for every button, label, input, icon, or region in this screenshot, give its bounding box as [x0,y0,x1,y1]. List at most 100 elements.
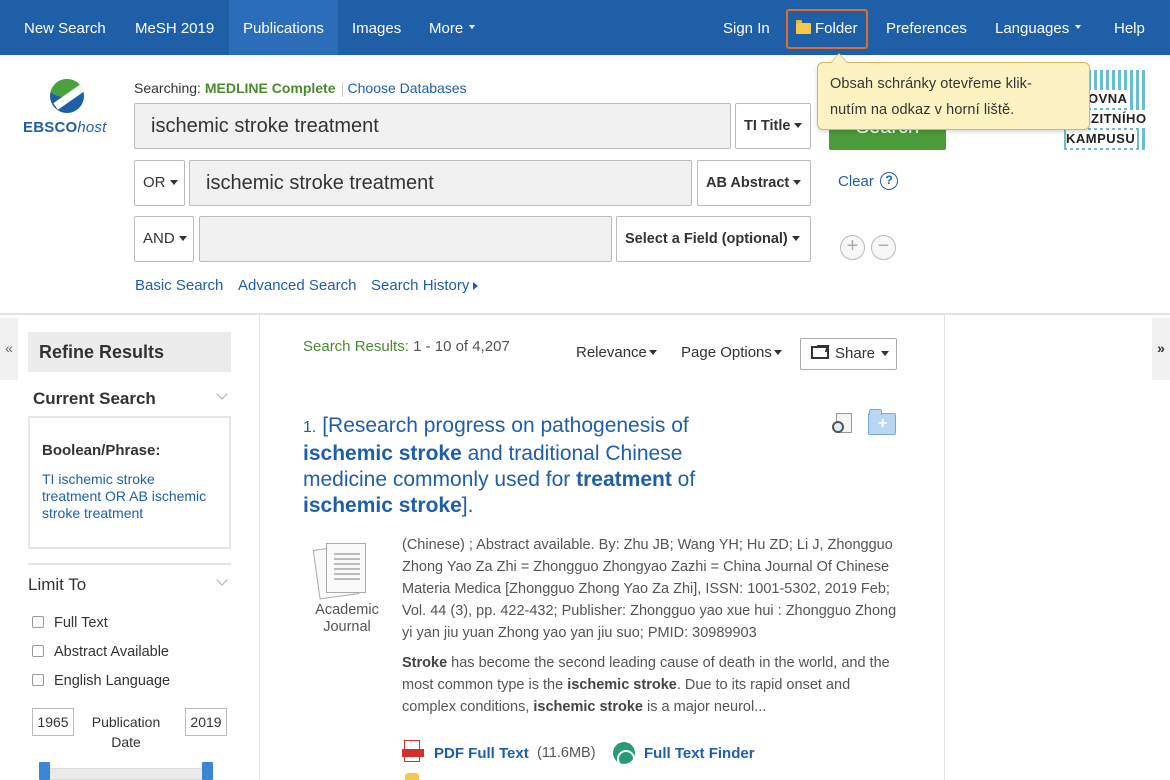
field-select-3[interactable]: Select a Field (optional) [616,216,811,262]
checkbox[interactable] [32,674,44,687]
nav-preferences[interactable]: Preferences [886,0,967,55]
clear-link[interactable]: Clear [838,173,874,190]
checkbox[interactable] [32,616,44,629]
more-options-icon[interactable] [405,773,419,780]
boolean-operator-select-2[interactable]: OR [134,160,185,206]
text-segment: ]. [461,494,474,517]
result-title-link[interactable]: 1. [Research progress on pathogenesis of… [303,413,743,519]
pdf-icon[interactable] [402,740,424,764]
text-segment: [Research progress on pathogenesis of [322,414,689,437]
nav-folder-highlighted[interactable]: Folder [786,9,868,49]
add-to-folder-icon[interactable] [868,409,896,435]
nav-languages[interactable]: Languages [995,0,1082,55]
search-input-3[interactable] [199,216,612,262]
document-type-label: Academic Journal [315,602,379,635]
preview-magnifier-icon[interactable] [832,413,854,435]
boolean-phrase-value[interactable]: TI ischemic stroke treatment OR AB ische… [42,471,217,522]
ebsco-logo-text[interactable]: EBSCOhost [23,119,107,136]
result-number: 1. [303,419,317,436]
date-slider-handle-right[interactable] [202,762,213,780]
nav-publications[interactable]: Publications [229,0,338,55]
chevron-down-icon [178,235,187,241]
checkbox[interactable] [32,645,44,658]
logo-ebsco: EBSCO [23,119,78,136]
help-icon[interactable]: ? [880,172,898,190]
field-select-1[interactable]: TI Title [735,103,811,149]
boolean-operator-3-value: AND [143,230,175,247]
folder-tooltip: Obsah schránky otevřeme klik- nutím na o… [817,53,1090,130]
date-slider-handle-left[interactable] [39,762,50,780]
share-label: Share [835,345,876,362]
date-slider-track[interactable] [44,768,208,780]
year-to-input[interactable]: 2019 [185,708,227,736]
limit-english-language[interactable]: English Language [32,673,170,689]
full-text-finder-icon[interactable] [613,742,635,764]
highlighted-term: treatment [576,468,672,491]
page-options-label: Page Options [681,344,772,361]
chevron-down-icon [469,25,476,30]
highlighted-term: ischemic stroke [303,494,462,517]
nav-more[interactable]: More [429,0,476,55]
results-count-label: Search Results: [303,338,409,355]
advanced-search-link[interactable]: Advanced Search [238,277,356,294]
search-history-label: Search History [371,277,470,294]
nav-mesh[interactable]: MeSH 2019 [135,0,214,55]
chevron-down-icon [648,349,657,355]
field-select-2-value: AB Abstract [706,175,790,191]
tooltip-arrow [830,53,848,63]
limit-to-heading[interactable]: Limit To [28,575,86,595]
search-input-1[interactable]: ischemic stroke treatment [134,103,731,149]
share-button[interactable]: Share [800,338,897,370]
expand-right-icon[interactable]: » [1152,318,1170,380]
searching-line: Searching: MEDLINE Complete Choose Databa… [134,80,467,97]
pdf-full-text-link[interactable]: PDF Full Text [434,745,529,762]
highlighted-term: ischemic stroke [533,699,643,715]
limit-full-text[interactable]: Full Text [32,615,108,631]
pdf-size: (11.6MB) [537,745,596,761]
nav-sign-in[interactable]: Sign In [723,0,770,55]
nav-images[interactable]: Images [352,0,401,55]
current-search-box: Boolean/Phrase: TI ischemic stroke treat… [28,416,231,549]
boolean-phrase-label: Boolean/Phrase: [42,442,161,459]
section-divider [0,313,1170,315]
year-from-input[interactable]: 1965 [32,708,74,736]
ebsco-logo-icon[interactable] [50,79,84,113]
field-select-3-value: Select a Field (optional) [625,231,788,247]
boolean-operator-2-value: OR [143,174,166,191]
relevance-sort-dropdown[interactable]: Relevance [576,344,657,361]
search-results-count: Search Results: 1 - 10 of 4,207 [303,338,510,355]
choose-databases-link[interactable]: Choose Databases [348,80,467,96]
limit-abstract-available[interactable]: Abstract Available [32,644,169,660]
remove-row-minus-icon[interactable]: − [871,235,896,260]
nav-new-search[interactable]: New Search [24,0,106,55]
highlighted-term: ischemic stroke [567,677,677,693]
chevron-down-icon[interactable] [216,388,228,400]
column-divider [944,315,945,780]
basic-search-link[interactable]: Basic Search [135,277,223,294]
collapse-left-icon[interactable]: « [0,318,18,380]
chevron-down-icon[interactable] [216,574,228,586]
add-row-plus-icon[interactable]: + [840,235,865,260]
share-icon [811,345,829,359]
divider [28,563,231,565]
current-search-heading[interactable]: Current Search [33,389,156,409]
limit-full-text-label: Full Text [54,615,108,631]
divider [341,81,343,97]
tooltip-line-1: Obsah schránky otevřeme klik- [830,76,1032,92]
nav-help[interactable]: Help [1114,0,1145,55]
column-divider [259,315,260,780]
text-segment: of [671,468,696,491]
ebsco-search-page: New Search MeSH 2019 Publications Images… [0,0,1170,780]
limit-english-label: English Language [54,673,171,689]
boolean-operator-select-3[interactable]: AND [134,216,194,262]
full-text-finder-link[interactable]: Full Text Finder [644,745,755,762]
page-options-dropdown[interactable]: Page Options [681,344,782,361]
field-select-2[interactable]: AB Abstract [697,160,811,206]
relevance-label: Relevance [576,344,647,361]
limit-abstract-label: Abstract Available [54,644,169,660]
search-history-link[interactable]: Search History [371,277,479,294]
search-input-2[interactable]: ischemic stroke treatment [189,160,692,206]
nav-folder-label: Folder [815,20,858,37]
publication-date-label: Publication Date [91,714,161,750]
result-metadata: (Chinese) ; Abstract available. By: Zhu … [402,537,897,641]
